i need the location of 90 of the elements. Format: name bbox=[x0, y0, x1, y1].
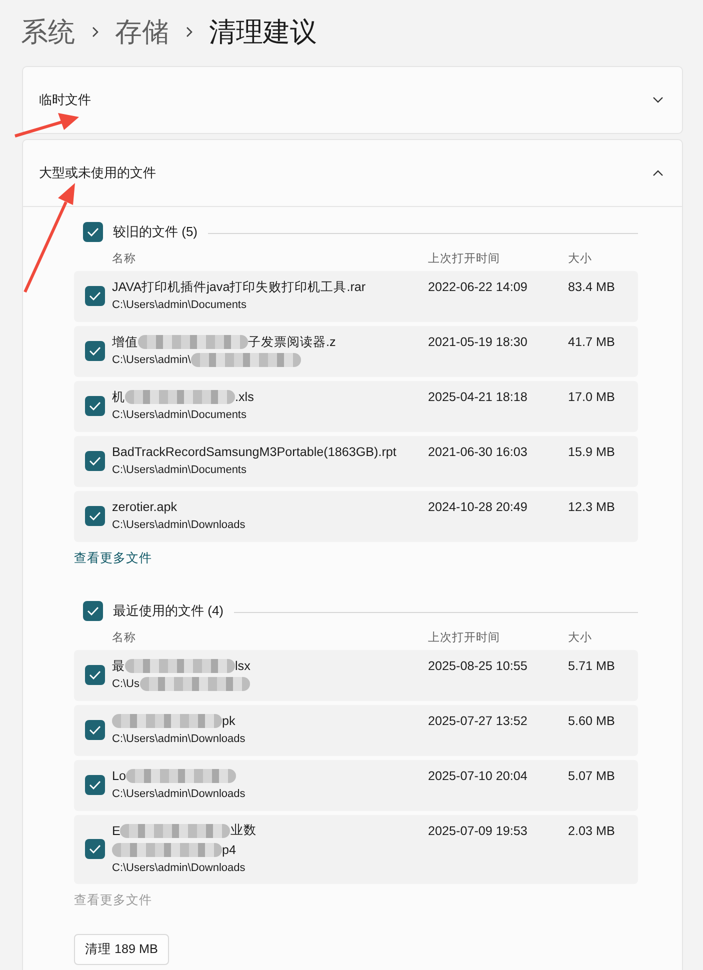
file-size: 83.4 MB bbox=[568, 279, 616, 296]
file-size: 5.07 MB bbox=[568, 768, 616, 785]
checkbox[interactable] bbox=[85, 774, 105, 794]
last-opened-time: 2025-07-10 20:04 bbox=[428, 768, 528, 785]
breadcrumb-item[interactable]: 系统 bbox=[21, 14, 75, 50]
file-row[interactable]: E 业数 p4 C:\Users\admin\Downloads 2025-07-09 19:53 2.03 MB bbox=[74, 815, 638, 884]
checkbox[interactable] bbox=[85, 450, 105, 470]
last-opened-time: 2021-06-30 16:03 bbox=[428, 444, 528, 461]
file-name: E bbox=[112, 824, 120, 838]
file-name: 机 bbox=[112, 388, 125, 406]
section-header[interactable]: 大型或未使用的文件 bbox=[23, 140, 682, 206]
column-header: 大小 bbox=[568, 630, 593, 644]
column-header: 名称 bbox=[112, 252, 137, 266]
breadcrumb-item: 清理建议 bbox=[209, 16, 317, 49]
file-name: 增值 bbox=[112, 334, 138, 350]
column-header: 上次打开时间 bbox=[428, 252, 501, 266]
file-path: C:\Users\admin\Documents bbox=[112, 464, 246, 476]
clean-button[interactable]: 清理 189 MB bbox=[74, 934, 169, 965]
file-name: .xls bbox=[235, 390, 254, 404]
checkmark-icon bbox=[89, 724, 101, 734]
column-header: 名称 bbox=[112, 630, 137, 644]
file-row[interactable]: 增值 子发票阅读器.z C:\Users\admin\ 2021-05-19 18:30 41.7 MB bbox=[74, 326, 638, 377]
checkbox[interactable] bbox=[83, 601, 103, 621]
file-row[interactable]: zerotier.apk C:\Users\admin\Downloads 2024-10-28 20:49 12.3 MB bbox=[74, 491, 638, 542]
checkbox[interactable] bbox=[85, 340, 105, 360]
file-size: 5.60 MB bbox=[568, 713, 616, 730]
section-header[interactable]: 临时文件 bbox=[23, 67, 682, 133]
last-opened-time: 2025-08-25 10:55 bbox=[428, 658, 528, 675]
checkmark-icon bbox=[89, 400, 101, 410]
file-name: 业数 bbox=[230, 822, 256, 839]
file-name: JAVA打印机插件java打印失败打印机工具.rar bbox=[112, 278, 366, 296]
file-row[interactable]: Lo C:\Users\admin\Downloads 2025-07-10 20:04 5.07 MB bbox=[74, 760, 638, 811]
file-path: C:\Us bbox=[112, 678, 140, 690]
file-size: 41.7 MB bbox=[568, 334, 616, 351]
file-name: Lo bbox=[112, 769, 126, 783]
file-name: pk bbox=[222, 714, 236, 728]
file-name: lsx bbox=[235, 659, 250, 673]
checkmark-icon bbox=[89, 844, 101, 854]
file-path: C:\Users\admin\Documents bbox=[112, 409, 246, 421]
file-name: zerotier.apk bbox=[112, 500, 178, 514]
file-size: 12.3 MB bbox=[568, 499, 616, 516]
checkmark-icon bbox=[89, 456, 101, 466]
breadcrumb-item[interactable]: 存储 bbox=[115, 14, 169, 50]
file-path: C:\Users\admin\Downloads bbox=[112, 862, 246, 874]
last-opened-time: 2025-07-27 13:52 bbox=[428, 713, 528, 730]
file-size: 2.03 MB bbox=[568, 822, 616, 840]
checkmark-icon bbox=[87, 606, 99, 616]
see-more-link[interactable]: 查看更多文件 bbox=[74, 548, 638, 568]
checkbox[interactable] bbox=[85, 286, 105, 306]
group-title: 较旧的文件 (5) bbox=[113, 223, 198, 241]
section-title: 临时文件 bbox=[39, 91, 91, 109]
file-size: 17.0 MB bbox=[568, 389, 616, 406]
file-size: 5.71 MB bbox=[568, 658, 616, 675]
file-path: C:\Users\admin\Documents bbox=[112, 299, 246, 311]
last-opened-time: 2024-10-28 20:49 bbox=[428, 499, 528, 516]
checkbox[interactable] bbox=[85, 720, 105, 740]
checkbox[interactable] bbox=[85, 396, 105, 416]
file-name: p4 bbox=[222, 842, 236, 856]
last-opened-time: 2022-06-22 14:09 bbox=[428, 279, 528, 296]
last-opened-time: 2025-07-09 19:53 bbox=[428, 822, 528, 840]
checkmark-icon bbox=[89, 290, 101, 300]
file-path: C:\Users\admin\Downloads bbox=[112, 733, 246, 745]
file-path: C:\Users\admin\ bbox=[112, 354, 191, 366]
last-opened-time: 2025-04-21 18:18 bbox=[428, 389, 528, 406]
file-row[interactable]: JAVA打印机插件java打印失败打印机工具.rar C:\Users\admin\Documents 2022-06-22 14:09 83.4 MB bbox=[74, 271, 638, 322]
last-opened-time: 2021-05-19 18:30 bbox=[428, 334, 528, 351]
checkbox[interactable] bbox=[85, 838, 105, 858]
file-path: C:\Users\admin\Downloads bbox=[112, 788, 246, 800]
checkmark-icon bbox=[87, 227, 99, 237]
group-title: 最近使用的文件 (4) bbox=[113, 602, 224, 620]
checkbox[interactable] bbox=[85, 664, 105, 684]
column-header: 大小 bbox=[568, 252, 593, 266]
annotation-arrow bbox=[14, 113, 79, 138]
checkbox[interactable] bbox=[85, 506, 105, 526]
file-path: C:\Users\admin\Downloads bbox=[112, 519, 246, 531]
file-name: 子发票阅读器.z bbox=[248, 334, 336, 350]
file-row[interactable]: BadTrackRecordSamsungM3Portable(1863GB).rpt C:\Users\admin\Documents 2021-06-30 16:03 15.9 MB bbox=[74, 436, 638, 487]
section-title: 大型或未使用的文件 bbox=[39, 164, 156, 182]
file-row[interactable]: 机 .xls C:\Users\admin\Documents 2025-04-21 18:18 17.0 MB bbox=[74, 381, 638, 432]
checkmark-icon bbox=[89, 346, 101, 356]
file-row[interactable]: 最 lsx C:\Us 2025-08-25 10:55 5.71 MB bbox=[74, 650, 638, 701]
column-header: 上次打开时间 bbox=[428, 630, 501, 644]
file-size: 15.9 MB bbox=[568, 444, 616, 461]
file-row[interactable]: pk C:\Users\admin\Downloads 2025-07-27 13:52 5.60 MB bbox=[74, 705, 638, 756]
checkmark-icon bbox=[89, 670, 101, 680]
checkmark-icon bbox=[89, 780, 101, 790]
checkmark-icon bbox=[89, 510, 101, 520]
file-name: BadTrackRecordSamsungM3Portable(1863GB).rpt bbox=[112, 445, 396, 459]
checkbox[interactable] bbox=[83, 222, 103, 242]
file-name: 最 bbox=[112, 658, 125, 674]
